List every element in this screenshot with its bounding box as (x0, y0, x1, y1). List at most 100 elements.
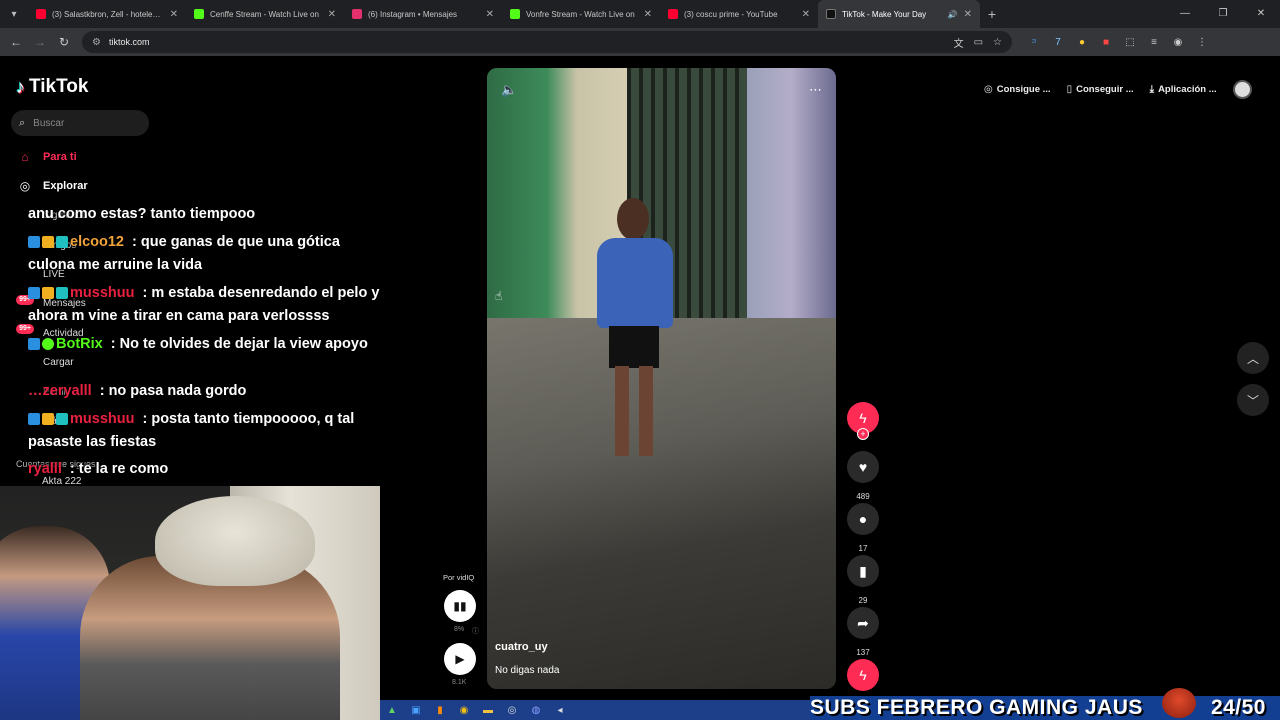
mouse-cursor-icon: ☝ (495, 289, 503, 303)
taskbar-app-icon[interactable]: ◂ (548, 705, 572, 716)
search-input[interactable]: ⌕ Buscar (11, 110, 149, 136)
comment-button[interactable]: ● 17 (847, 503, 879, 553)
like-button[interactable]: ♥ 489 (847, 451, 879, 501)
nav-para-ti[interactable]: ⌂ Para ti (16, 150, 77, 164)
browser-tab-active[interactable]: TikTok - Make Your Day 🔊 ✕ (818, 0, 980, 28)
restore-icon[interactable]: ❐ (1204, 0, 1242, 28)
info-icon[interactable]: ⓘ (472, 626, 479, 636)
url-field[interactable]: ⚙ tiktok.com 文 ▭ ☆ (82, 31, 1012, 53)
extension-icon[interactable]: ● (1070, 37, 1094, 48)
sub-badge-icon (28, 287, 40, 300)
share-count: 137 (856, 648, 870, 657)
browser-tab[interactable]: (3) coscu prime - YouTube ✕ (660, 0, 818, 28)
folder-icon[interactable]: ▬ (476, 705, 500, 716)
profile-icon[interactable]: ◉ (1166, 37, 1190, 48)
play-button[interactable]: ▶ (444, 643, 476, 675)
music-disc-button[interactable]: ϟ (847, 659, 879, 691)
browser-tab[interactable]: Cenffe Stream - Watch Live on ✕ (186, 0, 344, 28)
close-window-icon[interactable]: ✕ (1242, 0, 1280, 28)
close-tab-icon[interactable]: ✕ (170, 9, 178, 20)
close-tab-icon[interactable]: ✕ (802, 9, 810, 20)
more-options-icon[interactable]: ⋯ (809, 82, 822, 98)
chat-text: te la re como (78, 461, 169, 477)
browser-tab-strip: ▾ (3) Salastkbron, Zell - hoteles (g ✕ Ce… (0, 0, 1280, 28)
volume-icon[interactable]: 🔈 (501, 82, 517, 98)
get-coins-button[interactable]: ◎ Consigue ... (976, 84, 1059, 95)
bits-badge-icon (56, 236, 68, 249)
tab-title: Vonfre Stream - Watch Live on (526, 9, 635, 19)
forward-icon[interactable]: → (28, 35, 52, 49)
obs-icon[interactable]: ◎ (500, 705, 524, 716)
minimize-icon[interactable]: — (1166, 0, 1204, 28)
chevron-down-icon: ﹀ (1246, 393, 1259, 408)
site-info-icon[interactable]: ⚙ (92, 37, 101, 48)
extension-icon[interactable]: ᵙ (1022, 37, 1046, 48)
extensions-bar: ᵙ 7 ● ■ ⬚ ≡ ◉ ⋮ (1022, 37, 1214, 48)
chat-text: como estas? tanto tiempooo (57, 206, 256, 222)
download-app-button[interactable]: ⤓ Aplicación ... (1142, 84, 1225, 95)
taskbar-app-icon[interactable]: ▮ (428, 705, 452, 716)
get-app-button[interactable]: ▯ Conseguir ... (1059, 84, 1142, 95)
previous-video-button[interactable]: ︿ (1237, 342, 1269, 374)
puzzle-icon[interactable]: ⬚ (1118, 37, 1142, 48)
bits-badge-icon (56, 287, 68, 300)
creator-avatar-button[interactable]: ϟ + (847, 402, 879, 440)
chat-message: BotRix : No te olvides de dejar la view … (28, 333, 388, 356)
chat-message: anu como estas? tanto tiempooo (28, 203, 388, 226)
close-tab-icon[interactable]: ✕ (964, 9, 972, 20)
browser-tab[interactable]: Vonfre Stream - Watch Live on ✕ (502, 0, 660, 28)
next-video-button[interactable]: ﹀ (1237, 384, 1269, 416)
vidiq-label: Por vidIQ (443, 573, 475, 582)
close-tab-icon[interactable]: ✕ (486, 9, 494, 20)
gift-badge-icon (42, 287, 54, 300)
os-taskbar: ▲ ▣ ▮ ◉ ▬ ◎ ◍ ◂ (380, 700, 810, 720)
chrome-icon[interactable]: ◉ (452, 705, 476, 716)
streamer-webcam (0, 486, 380, 720)
youtube-favicon-icon (668, 9, 678, 19)
menu-icon[interactable]: ⋮ (1190, 37, 1214, 48)
user-avatar[interactable] (1233, 80, 1252, 99)
bookmark-star-icon[interactable]: ☆ (993, 37, 1002, 48)
bar-chart-icon: ▮▮ (453, 599, 467, 613)
reading-list-icon[interactable]: ≡ (1142, 37, 1166, 48)
back-icon[interactable]: ← (4, 35, 28, 49)
tab-search-icon[interactable]: ▾ (0, 0, 28, 28)
speaker-icon[interactable]: 🔊 (948, 10, 958, 19)
search-icon: ⌕ (19, 116, 26, 129)
extension-icon[interactable]: 7 (1046, 37, 1070, 48)
video-author[interactable]: cuatro_uy (495, 641, 548, 653)
vidiq-stats-button[interactable]: ▮▮ (444, 590, 476, 622)
cowboy-hat (155, 496, 315, 586)
nav-explorar[interactable]: ◎ Explorar (16, 179, 88, 193)
taskbar-app-icon[interactable]: ▣ (404, 705, 428, 716)
chat-message: musshuu : m estaba desenredando el pelo … (28, 285, 380, 324)
search-placeholder: Buscar (33, 117, 65, 129)
follow-plus-icon[interactable]: + (857, 428, 869, 440)
new-tab-button[interactable]: + (980, 6, 1004, 22)
chat-message: musshuu : posta tanto tiempooooo, q tal … (28, 411, 355, 450)
video-player[interactable]: 🔈 ⋯ cuatro_uy No digas nada (487, 68, 836, 689)
browser-tab[interactable]: (3) Salastkbron, Zell - hoteles (g ✕ (28, 0, 186, 28)
cast-icon[interactable]: ▭ (974, 37, 983, 48)
adblock-icon[interactable]: ■ (1094, 37, 1118, 48)
share-icon: ➦ (847, 607, 879, 639)
nav-label: Para ti (43, 151, 77, 163)
chat-message: ryalll : te la re como (28, 461, 169, 477)
discord-icon[interactable]: ◍ (524, 705, 548, 716)
heart-icon: ♥ (847, 451, 879, 483)
chat-username: musshuu (70, 411, 135, 427)
close-tab-icon[interactable]: ✕ (644, 9, 652, 20)
video-scene-person (589, 198, 679, 468)
browser-tab[interactable]: (6) Instagram • Mensajes ✕ (344, 0, 502, 28)
close-tab-icon[interactable]: ✕ (328, 9, 336, 20)
taskbar-app-icon[interactable]: ▲ (380, 705, 404, 716)
tiktok-logo[interactable]: ♪ TikTok (16, 76, 88, 98)
chat-message: elcoo12 : que ganas de que una gótica cu… (28, 234, 340, 273)
chevron-up-icon: ︿ (1246, 351, 1259, 366)
nav-cargar[interactable]: Cargar (43, 357, 74, 368)
share-button[interactable]: ➦ 137 (847, 607, 879, 657)
translate-icon[interactable]: 文 (954, 35, 964, 50)
save-button[interactable]: ▮ 29 (847, 555, 879, 605)
top-button-label: Aplicación ... (1158, 83, 1217, 95)
reload-icon[interactable]: ↻ (52, 35, 76, 49)
